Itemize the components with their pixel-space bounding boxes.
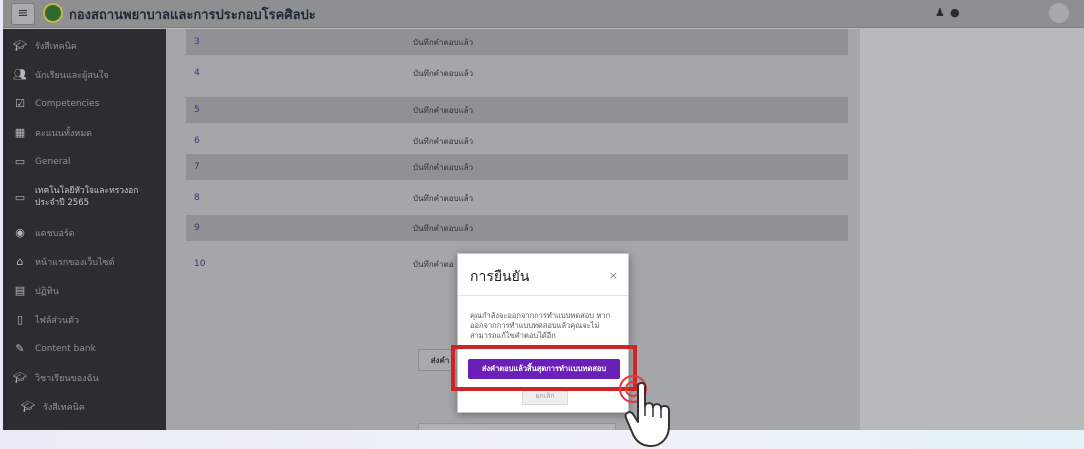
users-icon: 👥︎ [13, 68, 27, 81]
chat-icon[interactable]: ● [950, 6, 960, 19]
right-blank-panel [860, 29, 1084, 430]
dashboard-icon: ◉ [15, 226, 25, 239]
sidebar-item-label: วิชาเรียนของฉัน [35, 373, 99, 384]
question-number-link[interactable]: 5 [194, 105, 200, 115]
table-row: 4 บันทึกคำตอบแล้ว [186, 60, 848, 86]
sidebar-item-label: หน้าแรกของเว็บไซต์ [35, 257, 115, 268]
table-row: 8 บันทึกคำตอบแล้ว [186, 185, 848, 211]
table-row: 7 บันทึกคำตอบแล้ว [186, 154, 848, 180]
question-number-link[interactable]: 6 [194, 136, 200, 146]
pen-icon: ✎ [15, 342, 25, 355]
table-row: 6 บันทึกคำตอบแล้ว [186, 128, 848, 154]
sidebar-item-calendar[interactable]: ▤ ปฏิทิน [3, 276, 166, 305]
dialog-header: การยืนยัน × [458, 254, 628, 296]
question-number-link[interactable]: 10 [194, 259, 205, 269]
question-status: บันทึกคำตอบแล้ว [413, 162, 474, 172]
question-number-link[interactable]: 7 [194, 162, 200, 172]
calendar-icon: ▤ [14, 284, 26, 297]
pointing-hand-icon [624, 382, 670, 447]
folder-icon: ▭ [14, 155, 26, 168]
graduation-cap-icon: 🎓︎ [13, 371, 27, 384]
sidebar-item-label: ไฟล์ส่วนตัว [35, 315, 80, 326]
folder-icon: ▭ [14, 190, 26, 204]
close-icon[interactable]: × [609, 269, 618, 282]
top-navbar: ≡ กองสถานพยาบาลและการประกอบโรคศิลปะ ♟ ● [3, 0, 1084, 28]
home-icon: ⌂ [16, 255, 24, 268]
question-status: บันทึกคำตอบแล้ว [413, 105, 474, 115]
graduation-cap-icon: 🎓︎ [13, 39, 27, 52]
sidebar-item-participants[interactable]: 👥︎ นักเรียนและผู้สนใจ [3, 60, 166, 89]
sidebar-item-label: General [35, 156, 71, 167]
table-row: 3 บันทึกคำตอบแล้ว [186, 29, 848, 55]
sidebar-item-label: Content bank [35, 343, 96, 354]
sidebar-item-label: ปฏิทิน [35, 286, 59, 297]
sidebar-item-grades[interactable]: ▦ คะแนนทั้งหมด [3, 118, 166, 147]
sidebar-item-course[interactable]: 🎓︎ รังสีเทคนิค [3, 31, 166, 60]
sidebar-item-label: เทคโนโลยีหัวใจและทรวงอก ประจำปี 2565 [35, 186, 139, 208]
user-avatar-icon[interactable] [1048, 2, 1070, 24]
sidebar-item-content-bank[interactable]: ✎ Content bank [3, 334, 166, 363]
site-title[interactable]: กองสถานพยาบาลและการประกอบโรคศิลปะ [69, 4, 316, 25]
question-number-link[interactable]: 3 [194, 37, 200, 47]
sidebar-item-course-sub[interactable]: 🎓︎ รังสีเทคนิค [3, 392, 166, 421]
sidebar-item-label: รังสีเทคนิค [43, 402, 85, 413]
question-status: บันทึกคำตอบแล้ว [413, 223, 474, 233]
checkbox-icon: ☑ [15, 97, 25, 110]
bell-icon[interactable]: ♟ [935, 6, 945, 19]
sidebar-item-competencies[interactable]: ☑ Competencies [3, 89, 166, 118]
hamburger-icon: ≡ [17, 6, 29, 21]
question-status: บันทึกคำตอบแล้ว [413, 68, 474, 78]
highlight-frame [451, 345, 637, 391]
sidebar-item-dashboard[interactable]: ◉ แดชบอร์ด [3, 218, 166, 247]
sidebar-item-label: คะแนนทั้งหมด [35, 128, 92, 139]
question-status: บันทึกคำตอบแล้ว [413, 193, 474, 203]
file-icon: ▯ [16, 313, 24, 326]
sidebar-item-private-files[interactable]: ▯ ไฟล์ส่วนตัว [3, 305, 166, 334]
sidebar-item-label: Competencies [35, 98, 100, 109]
sidebar-item-label: รังสีเทคนิค [35, 41, 77, 52]
hamburger-menu-button[interactable]: ≡ [11, 3, 35, 25]
return-to-attempt-button[interactable] [418, 423, 616, 430]
question-status: บันทึกคำตอ [413, 259, 454, 269]
site-logo[interactable] [43, 3, 63, 23]
sidebar-item-site-home[interactable]: ⌂ หน้าแรกของเว็บไซต์ [3, 247, 166, 276]
graduation-cap-icon: 🎓︎ [21, 400, 35, 413]
question-status: บันทึกคำตอบแล้ว [413, 37, 474, 47]
question-number-link[interactable]: 8 [194, 193, 200, 203]
sidebar-item-section-2565[interactable]: ▭ เทคโนโลยีหัวใจและทรวงอก ประจำปี 2565 [3, 176, 166, 218]
sidebar-item-label: นักเรียนและผู้สนใจ [35, 70, 109, 81]
table-row: 9 บันทึกคำตอบแล้ว [186, 215, 848, 241]
dialog-title: การยืนยัน [470, 269, 530, 285]
question-number-link[interactable]: 4 [194, 68, 200, 78]
table-icon: ▦ [14, 126, 26, 139]
dialog-message: คุณกำลังจะออกจากการทำแบบทดสอบ หากออกจากก… [470, 311, 611, 340]
question-status: บันทึกคำตอบแล้ว [413, 136, 474, 146]
sidebar-item-label: แดชบอร์ด [35, 228, 75, 239]
table-row: 5 บันทึกคำตอบแล้ว [186, 97, 848, 123]
left-sidebar: 🎓︎ รังสีเทคนิค 👥︎ นักเรียนและผู้สนใจ ☑ C… [3, 29, 166, 430]
question-number-link[interactable]: 9 [194, 223, 200, 233]
sidebar-item-general[interactable]: ▭ General [3, 147, 166, 176]
sidebar-item-my-courses[interactable]: 🎓︎ วิชาเรียนของฉัน [3, 363, 166, 392]
